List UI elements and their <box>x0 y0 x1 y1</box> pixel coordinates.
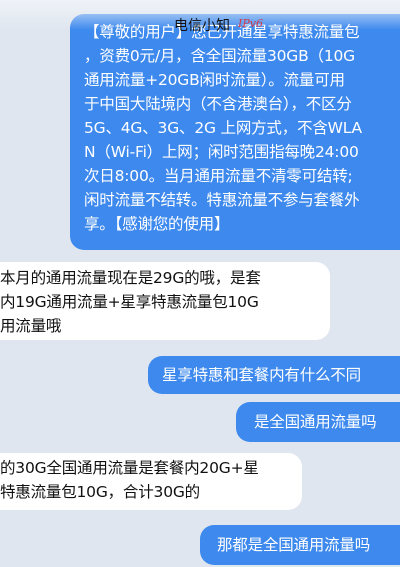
message-line: 内19G通用流量+星享特惠流量包10G <box>0 293 259 311</box>
network-type-indicator: IPv6 <box>238 17 263 30</box>
message-line: 是全国通用流量吗 <box>254 413 377 431</box>
message-line: 用流量哦 <box>0 317 62 335</box>
message-line: 特惠流量包10G，合计30G的 <box>0 483 200 501</box>
message-bubble-sent[interactable]: 【尊敬的用户】您已开通星享特惠流量包 ，资费0元/月，含全国流量30GB（10G… <box>70 14 400 250</box>
carrier-name: 电信小知 <box>174 18 230 34</box>
message-bubble-sent[interactable]: 星享特惠和套餐内有什么不同 <box>148 356 400 394</box>
message-line: 那都是全国通用流量吗 <box>217 536 371 554</box>
message-line: 5G、4G、3G、2G 上网方式，不含WLA <box>84 119 362 137</box>
message-bubble-received[interactable]: 本月的通用流量现在是29G的哦，是套 内19G通用流量+星享特惠流量包10G 用… <box>0 262 330 340</box>
message-bubble-sent[interactable]: 那都是全国通用流量吗 <box>200 525 400 565</box>
message-bubble-sent[interactable]: 是全国通用流量吗 <box>236 402 400 442</box>
message-line: 于中国大陆境内（不含港澳台），不区分 <box>84 95 352 113</box>
message-line: N（Wi-Fi）上网；闲时范围指每晚24:00 <box>84 143 359 161</box>
message-line: 享。【感谢您的使用】 <box>84 215 230 233</box>
message-line: 次日8:00。当月通用流量不清零可结转; <box>84 167 353 185</box>
message-line: 的30G全国通用流量是套餐内20G+星 <box>0 459 259 477</box>
message-line: ，资费0元/月，含全国流量30GB（10G <box>84 47 355 65</box>
message-line: 通用流量+20GB闲时流量）。流量可用 <box>84 71 345 89</box>
message-line: 闲时流量不结转。特惠流量不参与套餐外 <box>84 191 360 209</box>
message-line: 星享特惠和套餐内有什么不同 <box>162 366 361 384</box>
message-bubble-received[interactable]: 的30G全国通用流量是套餐内20G+星 特惠流量包10G，合计30G的 <box>0 453 302 510</box>
message-line: 本月的通用流量现在是29G的哦，是套 <box>0 269 261 287</box>
